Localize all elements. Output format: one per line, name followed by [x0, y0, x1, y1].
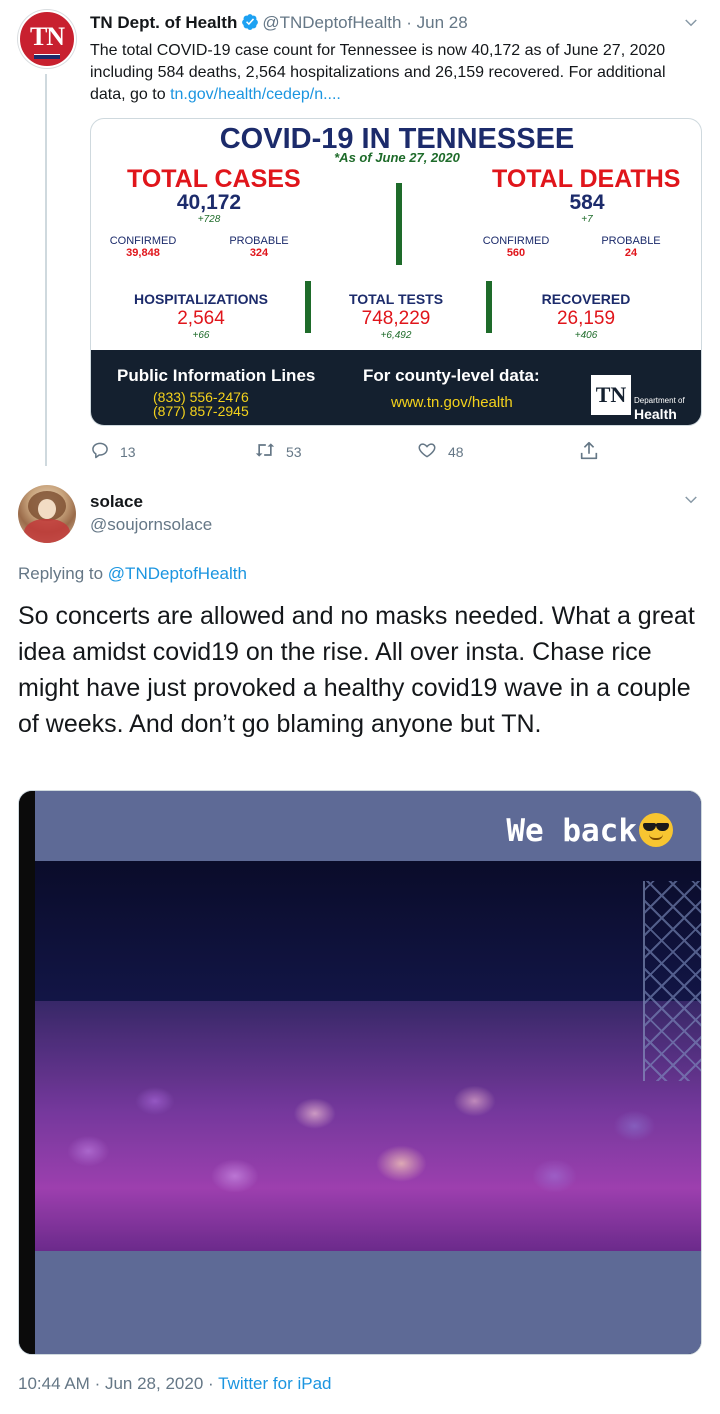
tweet1-date[interactable]: Jun 28 [417, 13, 468, 32]
reply-button[interactable]: 13 [90, 440, 136, 463]
county-data-label: For county-level data: [363, 366, 540, 385]
total-tests-delta: +6,492 [380, 330, 412, 341]
concert-crowd [35, 1001, 701, 1251]
avatar-robe [24, 519, 70, 543]
tweet-date[interactable]: Jun 28, 2020 [105, 1374, 203, 1393]
meta-separator: · [94, 1374, 101, 1393]
total-cases-value: 40,172 [176, 191, 242, 214]
hospitalizations-value: 2,564 [177, 308, 225, 329]
deaths-probable-value: 24 [624, 247, 638, 259]
public-info-lines-label: Public Information Lines [117, 366, 316, 385]
like-count: 48 [448, 443, 464, 460]
recovered-value: 26,159 [556, 308, 616, 329]
media-left-bar [19, 791, 35, 1354]
tweet1-header: TN Dept. of Health @TNDeptofHealth · Jun … [90, 13, 468, 36]
tweet1-separator: · [406, 13, 412, 32]
cases-probable-label: PROBABLE [229, 235, 289, 247]
solace-avatar[interactable] [18, 485, 76, 543]
infographic-as-of: *As of June 27, 2020 [334, 150, 460, 165]
tweet1-link[interactable]: tn.gov/health/cedep/n.... [170, 86, 341, 103]
deaths-probable-label: PROBABLE [601, 235, 661, 247]
thread-line [45, 74, 47, 466]
tn-logo: TN [591, 375, 631, 415]
reply-count: 13 [120, 443, 136, 460]
share-button[interactable] [578, 440, 610, 465]
county-data-url: www.tn.gov/health [391, 394, 513, 411]
avatar-stripe [34, 54, 60, 59]
tweet2-handle[interactable]: @soujornsolace [90, 515, 212, 535]
cases-confirmed-label: CONFIRMED [109, 235, 177, 247]
divider-bar-right [486, 281, 492, 333]
hospitalizations-delta: +66 [192, 330, 210, 341]
total-tests-label: TOTAL TESTS [348, 291, 444, 307]
total-cases-delta: +728 [197, 214, 221, 225]
hospitalizations-label: HOSPITALIZATIONS [133, 291, 269, 307]
deaths-confirmed-label: CONFIRMED [482, 235, 550, 247]
like-button[interactable]: 48 [416, 440, 464, 463]
logo-health-text: Health [634, 406, 677, 422]
chevron-down-icon[interactable] [682, 14, 700, 37]
tn-health-avatar[interactable]: TN [18, 10, 76, 68]
phone-line-2: (877) 857-2945 [153, 403, 249, 419]
total-deaths-value: 584 [569, 191, 605, 214]
logo-department-text: Department of [634, 396, 685, 405]
total-deaths-delta: +7 [581, 214, 593, 225]
total-tests-value: 748,229 [361, 308, 431, 329]
share-icon [578, 440, 610, 465]
cases-confirmed-value: 39,848 [126, 247, 160, 259]
tweet1-display-name[interactable]: TN Dept. of Health [90, 13, 237, 32]
avatar-face [38, 499, 56, 519]
heart-icon [416, 440, 448, 463]
divider-bar-top [396, 183, 402, 265]
verified-badge-icon [241, 13, 259, 36]
media-caption-text: We back [506, 813, 637, 849]
stage-scaffold [643, 881, 701, 1081]
reply-icon [90, 440, 120, 463]
tweet2-media[interactable]: We back [18, 790, 702, 1355]
replying-prefix: Replying to [18, 564, 104, 583]
replying-to-link[interactable]: @TNDeptofHealth [108, 564, 247, 583]
tweet2-meta: 10:44 AM · Jun 28, 2020 · Twitter for iP… [18, 1374, 331, 1394]
deaths-confirmed-value: 560 [506, 247, 526, 259]
tweet-time[interactable]: 10:44 AM [18, 1374, 90, 1393]
avatar-initials: TN [29, 22, 65, 51]
retweet-icon [254, 440, 286, 463]
tweet2-text: So concerts are allowed and no masks nee… [18, 602, 695, 738]
retweet-button[interactable]: 53 [254, 440, 302, 463]
covid-infographic-card[interactable]: COVID-19 IN TENNESSEE *As of June 27, 20… [90, 118, 702, 426]
tweet1-handle[interactable]: @TNDeptofHealth [262, 13, 401, 32]
meta-separator-2: · [208, 1374, 214, 1393]
tweet-source[interactable]: Twitter for iPad [218, 1374, 331, 1393]
tweet1-text: The total COVID-19 case count for Tennes… [90, 40, 695, 106]
cases-probable-value: 324 [249, 247, 269, 259]
media-bottom-band [35, 1251, 701, 1354]
tweet2-display-name[interactable]: solace [90, 492, 143, 512]
retweet-count: 53 [286, 443, 302, 460]
chevron-down-icon[interactable] [682, 491, 700, 514]
sunglasses-emoji-icon [639, 813, 673, 847]
divider-bar-left [305, 281, 311, 333]
media-caption: We back [506, 813, 673, 849]
recovered-delta: +406 [574, 330, 598, 341]
total-deaths-label: TOTAL DEATHS [492, 165, 681, 193]
replying-to: Replying to @TNDeptofHealth [18, 564, 247, 584]
total-cases-label: TOTAL CASES [127, 165, 301, 193]
recovered-label: RECOVERED [541, 291, 631, 307]
